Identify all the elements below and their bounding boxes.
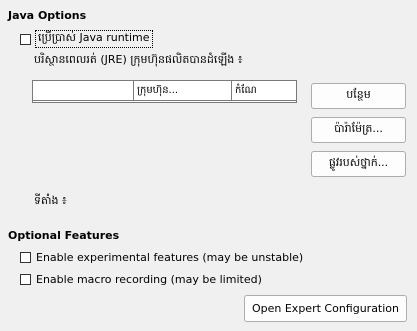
use-java-runtime-checkbox-row[interactable]: ប្រើប្រាស់ Java runtime — [20, 30, 153, 48]
macro-recording-row[interactable]: Enable macro recording (may be limited) — [20, 273, 262, 286]
use-java-runtime-label[interactable]: ប្រើប្រាស់ Java runtime — [35, 30, 153, 48]
experimental-features-checkbox[interactable] — [20, 252, 31, 263]
experimental-features-row[interactable]: Enable experimental features (may be uns… — [20, 251, 303, 264]
use-java-runtime-checkbox[interactable] — [20, 33, 31, 45]
macro-recording-label[interactable]: Enable macro recording (may be limited) — [36, 273, 262, 286]
jre-column-select[interactable] — [33, 81, 134, 100]
parameters-button[interactable]: ប៉ារ៉ាម៉ែត្រ... — [311, 117, 406, 143]
jre-table-header: ក្រុមហ៊ុន... កំណែ — [33, 81, 296, 101]
java-options-title: Java Options — [8, 9, 87, 22]
jre-table[interactable]: ក្រុមហ៊ុន... កំណែ — [32, 80, 297, 103]
jre-column-version[interactable]: កំណែ — [232, 81, 296, 100]
optional-features-title: Optional Features — [8, 229, 120, 242]
experimental-features-label[interactable]: Enable experimental features (may be uns… — [36, 251, 303, 264]
open-expert-configuration-button[interactable]: Open Expert Configuration — [244, 295, 407, 322]
add-jre-button[interactable]: បន្ថែម — [311, 83, 406, 109]
class-path-button[interactable]: ផ្លូវរបស់ថ្នាក់... — [311, 151, 406, 177]
jre-location-label: ទីតាំង ៖ — [34, 194, 67, 207]
macro-recording-checkbox[interactable] — [20, 274, 31, 285]
installed-jre-text: បរិស្ថានពេលរត់ (JRE) ក្រុមហ៊ុនផលិតបានដំឡ… — [34, 53, 243, 66]
jre-column-vendor[interactable]: ក្រុមហ៊ុន... — [134, 81, 232, 100]
